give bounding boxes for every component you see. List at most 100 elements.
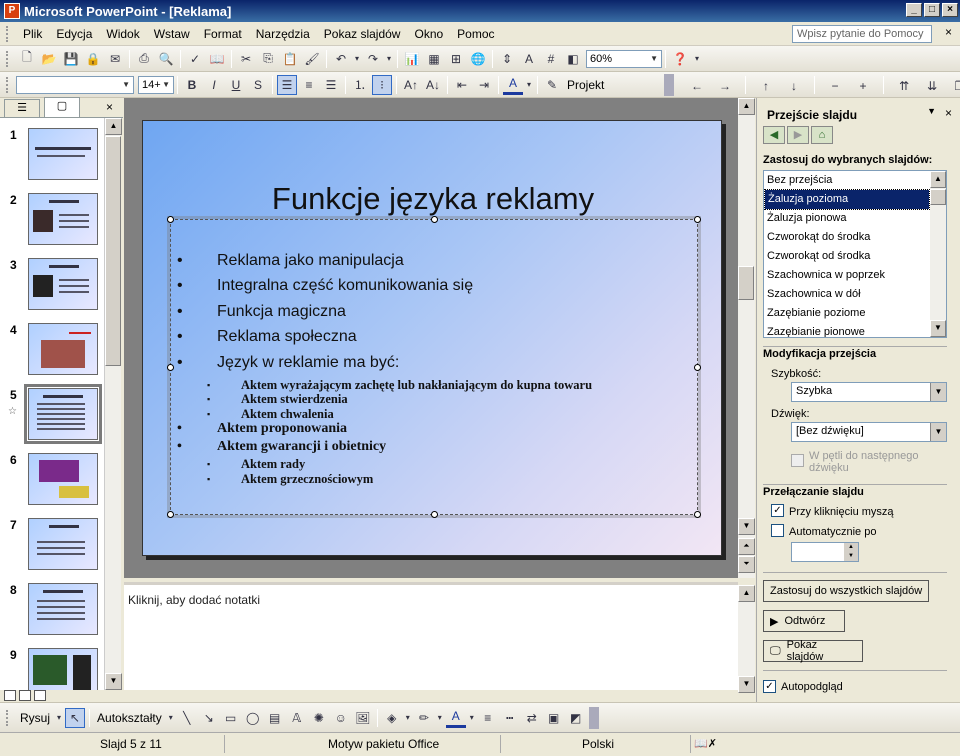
sound-select[interactable]: [Bez dźwięku] ▼	[791, 422, 947, 442]
slide-thumbnail-selected[interactable]	[24, 384, 102, 444]
print-preview-icon[interactable]: 🔍	[156, 49, 176, 69]
scroll-up-icon[interactable]: ▲	[738, 585, 755, 602]
wordart-icon[interactable]: 𝔸	[287, 708, 307, 728]
insert-table-icon[interactable]: ▦	[424, 49, 444, 69]
slide-sorter-icon[interactable]	[19, 690, 31, 701]
sub-bullet-item[interactable]: ▪ Aktem rady	[207, 457, 305, 472]
thumbnail-row[interactable]: 5 ☆	[0, 384, 104, 448]
paste-icon[interactable]: 📋	[280, 49, 300, 69]
bold-icon[interactable]: B	[182, 75, 202, 95]
back-icon[interactable]: ◀	[763, 126, 785, 144]
minimize-button[interactable]: _	[906, 3, 922, 17]
increase-font-icon[interactable]: A↑	[401, 75, 421, 95]
transition-item[interactable]: Bez przejścia	[764, 171, 946, 190]
thumbnail-row[interactable]: 2	[0, 193, 104, 253]
slide-thumbnail[interactable]	[28, 128, 98, 180]
insert-hyperlink-icon[interactable]: 🌐	[468, 49, 488, 69]
powerpoint-app-icon[interactable]: P	[4, 3, 20, 19]
slide-scrollbar[interactable]: ▲ ▼ ⏶ ⏷	[738, 98, 755, 578]
collapse-icon[interactable]: −	[825, 76, 845, 96]
show-grid-icon[interactable]: #	[541, 49, 561, 69]
scroll-up-icon[interactable]: ▲	[105, 118, 122, 135]
3d-style-icon[interactable]: ◩	[566, 708, 586, 728]
undo-icon[interactable]: ↶	[331, 49, 351, 69]
font-color-icon[interactable]: A	[503, 75, 523, 95]
zoom-combo[interactable]: 60% ▼	[586, 49, 662, 68]
resize-handle[interactable]	[694, 511, 701, 518]
speed-select[interactable]: Szybka ▼	[791, 382, 947, 402]
open-folder-icon[interactable]: 📂	[39, 49, 59, 69]
resize-handle[interactable]	[167, 364, 174, 371]
diagram-icon[interactable]: ✺	[309, 708, 329, 728]
chevron-down-icon[interactable]: ▾	[167, 708, 175, 728]
sub-bullet-item[interactable]: ▪ Aktem chwalenia	[207, 407, 334, 422]
transition-item-selected[interactable]: Żaluzja pozioma	[764, 189, 930, 210]
font-size-combo[interactable]: 14+ ▼	[138, 75, 174, 94]
bullet-item[interactable]: • Aktem gwarancji i obietnicy	[177, 439, 386, 455]
summary-slide-icon[interactable]: ❐	[950, 76, 960, 96]
thumbnail-row[interactable]: 4	[0, 323, 104, 383]
chevron-down-icon[interactable]: ▾	[468, 708, 476, 728]
bullet-item[interactable]: • Reklama jako manipulacja	[177, 252, 404, 270]
notes-placeholder[interactable]: Kliknij, aby dodać notatki	[128, 593, 260, 607]
chevron-down-icon[interactable]: ▾	[55, 708, 63, 728]
format-painter-icon[interactable]: 🖌	[302, 49, 322, 69]
redo-icon[interactable]: ↷	[363, 49, 383, 69]
thumbnail-row[interactable]: 9	[0, 648, 104, 690]
autopreview-checkbox[interactable]: ✓	[763, 680, 776, 693]
line-color-icon[interactable]: ✏	[414, 708, 434, 728]
loop-sound-checkbox[interactable]	[791, 454, 804, 467]
scroll-down-icon[interactable]: ▼	[105, 673, 122, 690]
close-icon[interactable]: ×	[106, 100, 113, 114]
slide-thumbnail[interactable]	[28, 453, 98, 505]
content-placeholder[interactable]: • Reklama jako manipulacja • Integralna cz…	[167, 216, 701, 518]
slide-show-button[interactable]: 🖵 Pokaz slajdów	[763, 639, 863, 663]
show-formatting-icon[interactable]: A	[519, 49, 539, 69]
redo-dropdown-icon[interactable]: ▾	[385, 49, 393, 69]
design-button[interactable]: Projekt	[563, 78, 608, 92]
toolbar-grip[interactable]	[6, 76, 10, 93]
scroll-down-icon[interactable]: ▼	[738, 518, 755, 535]
align-left-icon[interactable]: ☰	[277, 74, 297, 95]
toolbar-grip[interactable]	[6, 25, 10, 42]
document-close-icon[interactable]: ×	[945, 25, 952, 39]
draw-menu-button[interactable]: Rysuj	[16, 711, 54, 725]
menu-view[interactable]: Widok	[99, 27, 146, 41]
bullet-item[interactable]: • Reklama społeczna	[177, 328, 357, 346]
slide-thumbnail[interactable]	[28, 518, 98, 570]
line-style-icon[interactable]: ≡	[478, 708, 498, 728]
undo-dropdown-icon[interactable]: ▾	[353, 49, 361, 69]
scroll-down-icon[interactable]: ▼	[738, 676, 755, 693]
bullets-icon[interactable]: ⁝	[372, 74, 392, 95]
autoshapes-button[interactable]: Autokształty	[93, 711, 166, 725]
transition-item[interactable]: Czworokąt od środka	[764, 247, 946, 266]
arrow-icon[interactable]: ↘	[199, 708, 219, 728]
email-icon[interactable]: ✉	[105, 49, 125, 69]
thumbnail-row[interactable]: 7	[0, 518, 104, 578]
fill-color-icon[interactable]: ◈	[382, 708, 402, 728]
arrow-style-icon[interactable]: ⇄	[522, 708, 542, 728]
task-pane-title[interactable]: Przejście slajdu	[767, 108, 857, 122]
insert-chart-icon[interactable]: 📊	[402, 49, 422, 69]
menu-file[interactable]: Plik	[16, 27, 49, 41]
increase-indent-icon[interactable]: ⇥	[474, 75, 494, 95]
resize-handle[interactable]	[167, 216, 174, 223]
transition-item[interactable]: Czworokąt do środka	[764, 228, 946, 247]
menu-tools[interactable]: Narzędzia	[249, 27, 317, 41]
toolbar-overflow-icon[interactable]	[664, 74, 674, 96]
spelling-icon[interactable]: ✓	[185, 49, 205, 69]
font-name-combo[interactable]: ▼	[16, 75, 134, 94]
normal-view-icon[interactable]	[4, 690, 16, 701]
oval-icon[interactable]: ◯	[243, 708, 263, 728]
color-grayscale-icon[interactable]: ◧	[563, 49, 583, 69]
research-icon[interactable]: 📖	[207, 49, 227, 69]
slideshow-view-icon[interactable]	[34, 690, 46, 701]
automatically-checkbox[interactable]	[771, 524, 784, 537]
align-center-icon[interactable]: ≡	[299, 75, 319, 95]
notes-pane[interactable]: Kliknij, aby dodać notatki ▲ ▼	[124, 582, 755, 693]
shadow-icon[interactable]: S	[248, 75, 268, 95]
design-icon[interactable]: ✎	[542, 75, 562, 95]
move-down-icon[interactable]: ↓	[784, 76, 804, 96]
transition-item[interactable]: Żaluzja pionowa	[764, 209, 946, 228]
scroll-up-icon[interactable]: ▲	[930, 171, 946, 188]
